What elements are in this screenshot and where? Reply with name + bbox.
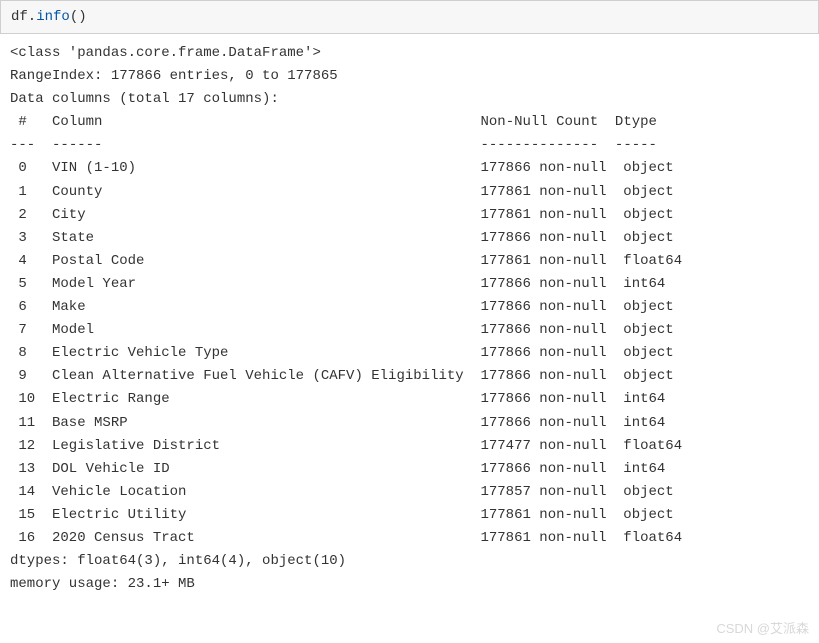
class-line: <class 'pandas.core.frame.DataFrame'> [10, 45, 321, 61]
sep-idx: --- [10, 137, 44, 153]
table-rows: 0 VIN (1-10) 177866 non-null object 1 Co… [10, 160, 682, 546]
header-col: Column [44, 114, 472, 130]
header-idx: # [10, 114, 44, 130]
sep-col: ------ [44, 137, 472, 153]
data-columns-line: Data columns (total 17 columns): [10, 91, 279, 107]
sep-dt: ----- [607, 137, 674, 153]
memory-line: memory usage: 23.1+ MB [10, 576, 195, 592]
code-method: info [36, 9, 70, 25]
sep-nn: -------------- [472, 137, 606, 153]
dtypes-line: dtypes: float64(3), int64(4), object(10) [10, 553, 346, 569]
watermark: CSDN @艾派森 [716, 618, 809, 637]
code-input-cell[interactable]: df.info() [0, 0, 819, 34]
code-parens: () [70, 9, 87, 25]
code-object: df. [11, 9, 36, 25]
output-area: <class 'pandas.core.frame.DataFrame'> Ra… [0, 34, 819, 604]
range-index-line: RangeIndex: 177866 entries, 0 to 177865 [10, 68, 338, 84]
header-dt: Dtype [607, 114, 674, 130]
header-nn: Non-Null Count [472, 114, 606, 130]
